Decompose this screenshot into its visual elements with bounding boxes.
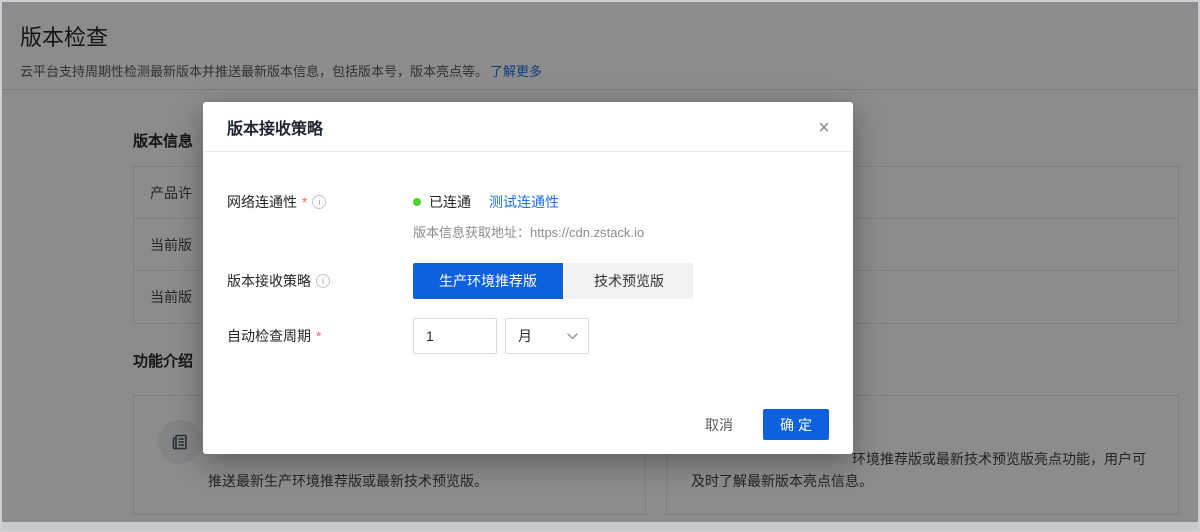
modal-title: 版本接收策略 <box>227 115 323 139</box>
version-source-address: 版本信息获取地址：https://cdn.zstack.io <box>413 222 644 241</box>
modal-footer: 取消 确定 <box>705 409 829 440</box>
connectivity-row: 网络连通性 * i 已连通 测试连通性 版本信息获取地址：https://cdn… <box>227 192 829 241</box>
policy-label-text: 版本接收策略 <box>227 271 311 291</box>
status-text: 已连通 <box>429 192 471 212</box>
policy-segmented-control: 生产环境推荐版 技术预览版 <box>413 263 693 299</box>
modal-body: 网络连通性 * i 已连通 测试连通性 版本信息获取地址：https://cdn… <box>203 192 853 354</box>
period-row: 自动检查周期 * 月 <box>227 318 829 354</box>
policy-row: 版本接收策略 i 生产环境推荐版 技术预览版 <box>227 263 829 299</box>
connectivity-value: 已连通 测试连通性 版本信息获取地址：https://cdn.zstack.io <box>413 192 644 241</box>
period-value-input[interactable] <box>413 318 497 354</box>
screen: 版本检查 云平台支持周期性检测最新版本并推送最新版本信息，包括版本号，版本亮点等… <box>0 0 1200 532</box>
close-icon[interactable]: × <box>809 113 839 143</box>
period-unit-value: 月 <box>518 326 532 346</box>
period-label-text: 自动检查周期 <box>227 326 311 346</box>
policy-option-preview-button[interactable]: 技术预览版 <box>565 263 693 299</box>
status-dot <box>413 198 421 206</box>
test-connectivity-link[interactable]: 测试连通性 <box>489 192 559 212</box>
connectivity-label-text: 网络连通性 <box>227 192 297 212</box>
connectivity-status-line: 已连通 测试连通性 <box>413 192 644 212</box>
info-icon[interactable]: i <box>316 274 330 288</box>
period-unit-select[interactable]: 月 <box>505 318 589 354</box>
period-label: 自动检查周期 * <box>227 318 413 346</box>
cancel-button[interactable]: 取消 <box>705 415 733 435</box>
policy-option-production-button[interactable]: 生产环境推荐版 <box>413 263 563 299</box>
info-icon[interactable]: i <box>312 195 326 209</box>
modal-header: 版本接收策略 <box>203 102 853 152</box>
required-asterisk: * <box>302 194 307 210</box>
connectivity-label: 网络连通性 * i <box>227 192 413 212</box>
confirm-button[interactable]: 确定 <box>763 409 829 440</box>
policy-label: 版本接收策略 i <box>227 263 413 291</box>
version-policy-modal: 版本接收策略 × 网络连通性 * i 已连通 测试连通性 版本信息获取地址：ht… <box>203 102 853 454</box>
chevron-down-icon <box>567 333 578 340</box>
required-asterisk: * <box>316 328 321 344</box>
